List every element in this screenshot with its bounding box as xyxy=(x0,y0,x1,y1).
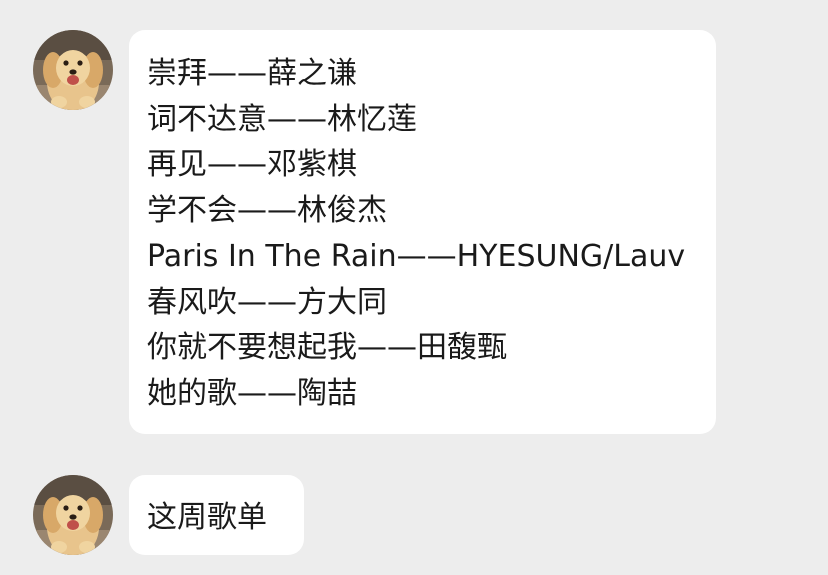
message-line: 你就不要想起我——田馥甄 xyxy=(147,330,507,366)
chat-view: 崇拜——薛之谦 词不达意——林忆莲 再见——邓紫棋 学不会——林俊杰 Paris… xyxy=(0,0,828,575)
message-bubble[interactable]: 这周歌单 xyxy=(129,475,304,555)
message-bubble[interactable]: 崇拜——薛之谦 词不达意——林忆莲 再见——邓紫棋 学不会——林俊杰 Paris… xyxy=(129,30,716,434)
message-line: 再见——邓紫棋 xyxy=(147,147,357,183)
message-line: 学不会——林俊杰 xyxy=(147,193,387,229)
avatar[interactable] xyxy=(33,475,113,555)
message-line: 词不达意——林忆莲 xyxy=(147,101,417,137)
puppy-avatar-icon xyxy=(33,30,113,110)
message-line: 这周歌单 xyxy=(147,500,267,535)
puppy-avatar-icon xyxy=(33,475,113,555)
message-line: Paris In The Rain——HYESUNG/Lauv xyxy=(147,238,686,274)
message-line: 崇拜——薛之谦 xyxy=(147,56,357,91)
message-line: 她的歌——陶喆 xyxy=(147,375,357,411)
avatar[interactable] xyxy=(33,30,113,110)
message-line: 春风吹——方大同 xyxy=(147,284,387,320)
